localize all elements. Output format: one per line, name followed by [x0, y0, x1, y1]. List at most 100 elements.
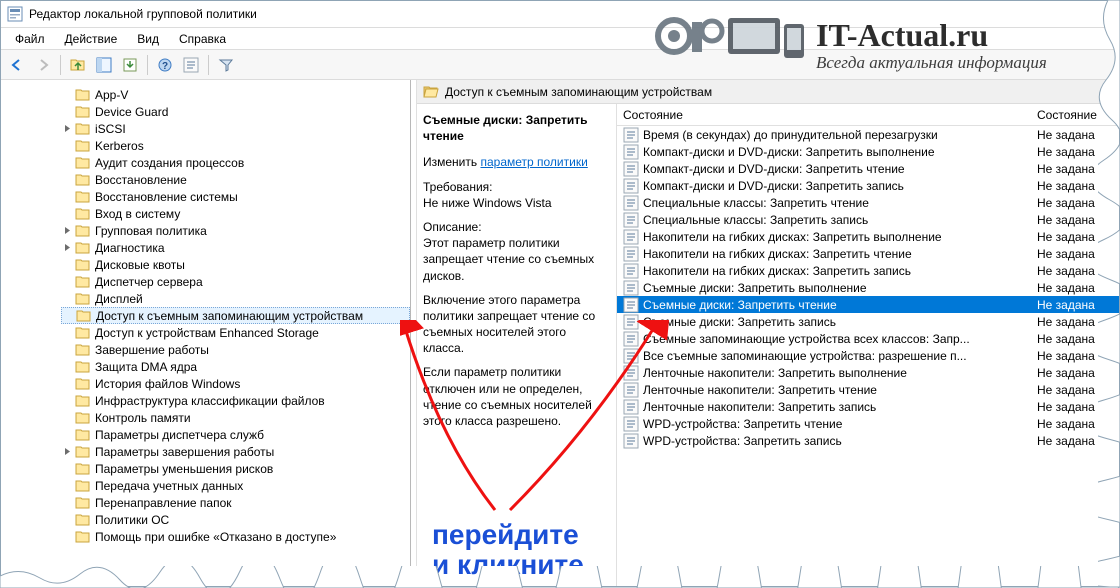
expand-icon[interactable]	[61, 242, 73, 254]
tree-node[interactable]: История файлов Windows	[61, 375, 410, 392]
tree-node[interactable]: Помощь при ошибке «Отказано в доступе»	[61, 528, 410, 545]
setting-row[interactable]: Съемные диски: Запретить выполнениеНе за…	[617, 279, 1119, 296]
tree-node[interactable]: Диспетчер сервера	[61, 273, 410, 290]
expand-icon[interactable]	[61, 344, 73, 356]
tree-node[interactable]: Device Guard	[61, 103, 410, 120]
tree-node[interactable]: Передача учетных данных	[61, 477, 410, 494]
column-name[interactable]: Состояние	[617, 108, 1033, 122]
expand-icon[interactable]	[61, 259, 73, 271]
filter-button[interactable]	[214, 53, 238, 77]
setting-row[interactable]: Ленточные накопители: Запретить чтениеНе…	[617, 381, 1119, 398]
setting-row[interactable]: Специальные классы: Запретить записьНе з…	[617, 211, 1119, 228]
up-button[interactable]	[66, 53, 90, 77]
list-headers[interactable]: Состояние Состояние	[617, 104, 1119, 126]
tree-node[interactable]: Параметры уменьшения рисков	[61, 460, 410, 477]
back-button[interactable]	[5, 53, 29, 77]
setting-row[interactable]: Накопители на гибких дисках: Запретить ч…	[617, 245, 1119, 262]
tree-node[interactable]: Перенаправление папок	[61, 494, 410, 511]
tree-node[interactable]: App-V	[61, 86, 410, 103]
expand-icon[interactable]	[61, 208, 73, 220]
forward-button[interactable]	[31, 53, 55, 77]
setting-row[interactable]: Ленточные накопители: Запретить записьНе…	[617, 398, 1119, 415]
menu-view[interactable]: Вид	[127, 30, 169, 48]
setting-row[interactable]: Время (в секундах) до принудительной пер…	[617, 126, 1119, 143]
tree-node[interactable]: Kerberos	[61, 137, 410, 154]
expand-icon[interactable]	[61, 429, 73, 441]
setting-row[interactable]: Ленточные накопители: Запретить выполнен…	[617, 364, 1119, 381]
tree-node[interactable]: Завершение работы	[61, 341, 410, 358]
setting-row[interactable]: Съемные запоминающие устройства всех кла…	[617, 330, 1119, 347]
tree-node[interactable]: Контроль памяти	[61, 409, 410, 426]
expand-icon[interactable]	[61, 293, 73, 305]
expand-icon[interactable]	[61, 412, 73, 424]
expand-icon[interactable]	[61, 480, 73, 492]
tree-node-label: Доступ к устройствам Enhanced Storage	[95, 326, 319, 340]
column-state[interactable]: Состояние	[1033, 108, 1119, 122]
menu-bar: Файл Действие Вид Справка	[1, 28, 1119, 50]
setting-row[interactable]: WPD-устройства: Запретить записьНе задан…	[617, 432, 1119, 449]
setting-name: Съемные диски: Запретить запись	[617, 314, 1033, 330]
expand-icon[interactable]	[61, 276, 73, 288]
setting-row[interactable]: Компакт-диски и DVD-диски: Запретить зап…	[617, 177, 1119, 194]
setting-state: Не задана	[1033, 315, 1119, 329]
expand-icon[interactable]	[61, 327, 73, 339]
tree-node[interactable]: Защита DMA ядра	[61, 358, 410, 375]
edit-policy-link[interactable]: параметр политики	[480, 155, 587, 169]
expand-icon[interactable]	[61, 361, 73, 373]
tree-node[interactable]: Дисплей	[61, 290, 410, 307]
expand-icon[interactable]	[62, 310, 74, 322]
tree-node-label: Kerberos	[95, 139, 144, 153]
expand-icon[interactable]	[61, 191, 73, 203]
tree-pane[interactable]: App-VDevice GuardiSCSI KerberosАудит созд…	[1, 80, 411, 586]
tree-node[interactable]: Диагностика	[61, 239, 410, 256]
setting-row[interactable]: Съемные диски: Запретить записьНе задана	[617, 313, 1119, 330]
expand-icon[interactable]	[61, 225, 73, 237]
setting-row[interactable]: Накопители на гибких дисках: Запретить з…	[617, 262, 1119, 279]
expand-icon[interactable]	[61, 446, 73, 458]
export-button[interactable]	[118, 53, 142, 77]
setting-row[interactable]: Все съемные запоминающие устройства: раз…	[617, 347, 1119, 364]
expand-icon[interactable]	[61, 463, 73, 475]
expand-icon[interactable]	[61, 89, 73, 101]
setting-name: Съемные запоминающие устройства всех кла…	[617, 331, 1033, 347]
tree-node[interactable]: iSCSI	[61, 120, 410, 137]
expand-icon[interactable]	[61, 106, 73, 118]
tree-node[interactable]: Вход в систему	[61, 205, 410, 222]
properties-button[interactable]	[179, 53, 203, 77]
setting-row[interactable]: Компакт-диски и DVD-диски: Запретить чте…	[617, 160, 1119, 177]
tree-node[interactable]: Параметры завершения работы	[61, 443, 410, 460]
setting-row[interactable]: Накопители на гибких дисках: Запретить в…	[617, 228, 1119, 245]
tree-node[interactable]: Аудит создания процессов	[61, 154, 410, 171]
tree-node[interactable]: Политики ОС	[61, 511, 410, 528]
tree-node[interactable]: Групповая политика	[61, 222, 410, 239]
tree-node[interactable]: Восстановление системы	[61, 188, 410, 205]
help-button[interactable]: ?	[153, 53, 177, 77]
expand-icon[interactable]	[61, 174, 73, 186]
menu-action[interactable]: Действие	[55, 30, 128, 48]
tree-node[interactable]: Доступ к устройствам Enhanced Storage	[61, 324, 410, 341]
expand-icon[interactable]	[61, 123, 73, 135]
expand-icon[interactable]	[61, 497, 73, 509]
expand-icon[interactable]	[61, 157, 73, 169]
tree-node[interactable]: Параметры диспетчера служб	[61, 426, 410, 443]
setting-name: Ленточные накопители: Запретить выполнен…	[617, 365, 1033, 381]
menu-help[interactable]: Справка	[169, 30, 236, 48]
expand-icon[interactable]	[61, 378, 73, 390]
expand-icon[interactable]	[61, 395, 73, 407]
setting-row[interactable]: Компакт-диски и DVD-диски: Запретить вып…	[617, 143, 1119, 160]
setting-row[interactable]: Специальные классы: Запретить чтениеНе з…	[617, 194, 1119, 211]
expand-icon[interactable]	[61, 140, 73, 152]
tree-node[interactable]: Восстановление	[61, 171, 410, 188]
show-hide-tree-button[interactable]	[92, 53, 116, 77]
expand-icon[interactable]	[61, 531, 73, 543]
folder-icon	[75, 325, 91, 341]
tree-node-label: App-V	[95, 88, 128, 102]
setting-name: Съемные диски: Запретить выполнение	[617, 280, 1033, 296]
expand-icon[interactable]	[61, 514, 73, 526]
tree-node[interactable]: Доступ к съемным запоминающим устройства…	[61, 307, 410, 324]
tree-node[interactable]: Дисковые квоты	[61, 256, 410, 273]
menu-file[interactable]: Файл	[5, 30, 55, 48]
tree-node[interactable]: Инфраструктура классификации файлов	[61, 392, 410, 409]
setting-row[interactable]: Съемные диски: Запретить чтениеНе задана	[617, 296, 1119, 313]
setting-row[interactable]: WPD-устройства: Запретить чтениеНе задан…	[617, 415, 1119, 432]
